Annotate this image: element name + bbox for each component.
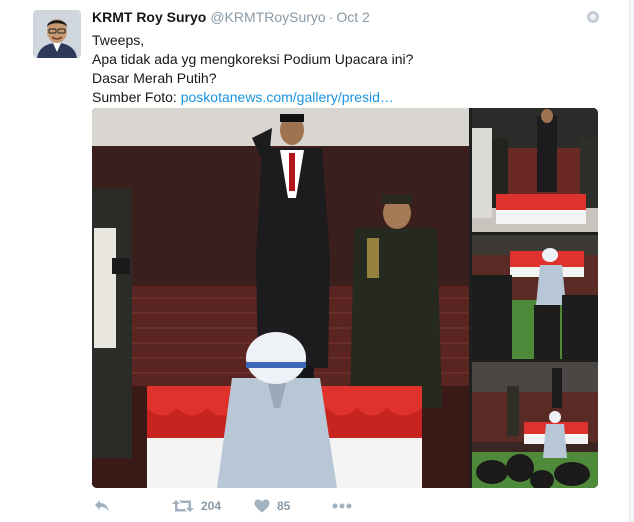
retweet-icon bbox=[172, 500, 194, 512]
photo-thumb-3[interactable] bbox=[472, 362, 598, 488]
tweet-header: KRMT Roy Suryo @KRMTRoySuryo · Oct 2 bbox=[92, 9, 370, 29]
photo-thumb-1[interactable] bbox=[472, 108, 598, 232]
reply-button[interactable] bbox=[94, 496, 110, 516]
source-link[interactable]: poskotanews.com/gallery/presid… bbox=[181, 89, 394, 105]
tweet-line: Tweeps, bbox=[92, 32, 145, 48]
photo-thumb-2[interactable] bbox=[472, 235, 598, 359]
like-count: 85 bbox=[277, 499, 291, 513]
tweet-card: KRMT Roy Suryo @KRMTRoySuryo · Oct 2 Tweeps… bbox=[0, 0, 630, 522]
tweet-date[interactable]: Oct 2 bbox=[336, 9, 369, 25]
more-button[interactable] bbox=[332, 496, 352, 516]
tweet-line: Dasar Merah Putih? bbox=[92, 70, 217, 86]
caret-icon[interactable] bbox=[587, 11, 599, 23]
author-handle[interactable]: @KRMTRoySuryo bbox=[210, 9, 325, 25]
photo-main[interactable] bbox=[92, 108, 469, 488]
source-label: Sumber Foto: bbox=[92, 89, 177, 105]
author-avatar[interactable] bbox=[33, 10, 81, 58]
tweet-line: Apa tidak ada yg mengkoreksi Podium Upac… bbox=[92, 51, 414, 67]
heart-icon bbox=[254, 499, 270, 513]
reply-icon bbox=[95, 500, 109, 512]
retweet-button[interactable]: 204 bbox=[172, 496, 221, 516]
header-separator: · bbox=[328, 9, 334, 25]
author-name[interactable]: KRMT Roy Suryo bbox=[92, 9, 206, 25]
tweet-text: Tweeps, Apa tidak ada yg mengkoreksi Pod… bbox=[92, 31, 413, 107]
photo-grid bbox=[92, 108, 598, 488]
tweet-source-line: Sumber Foto: poskotanews.com/gallery/pre… bbox=[92, 88, 413, 107]
like-button[interactable]: 85 bbox=[254, 496, 290, 516]
more-icon bbox=[332, 503, 352, 509]
tweet-actions: 204 85 bbox=[92, 496, 612, 516]
retweet-count: 204 bbox=[201, 499, 222, 513]
